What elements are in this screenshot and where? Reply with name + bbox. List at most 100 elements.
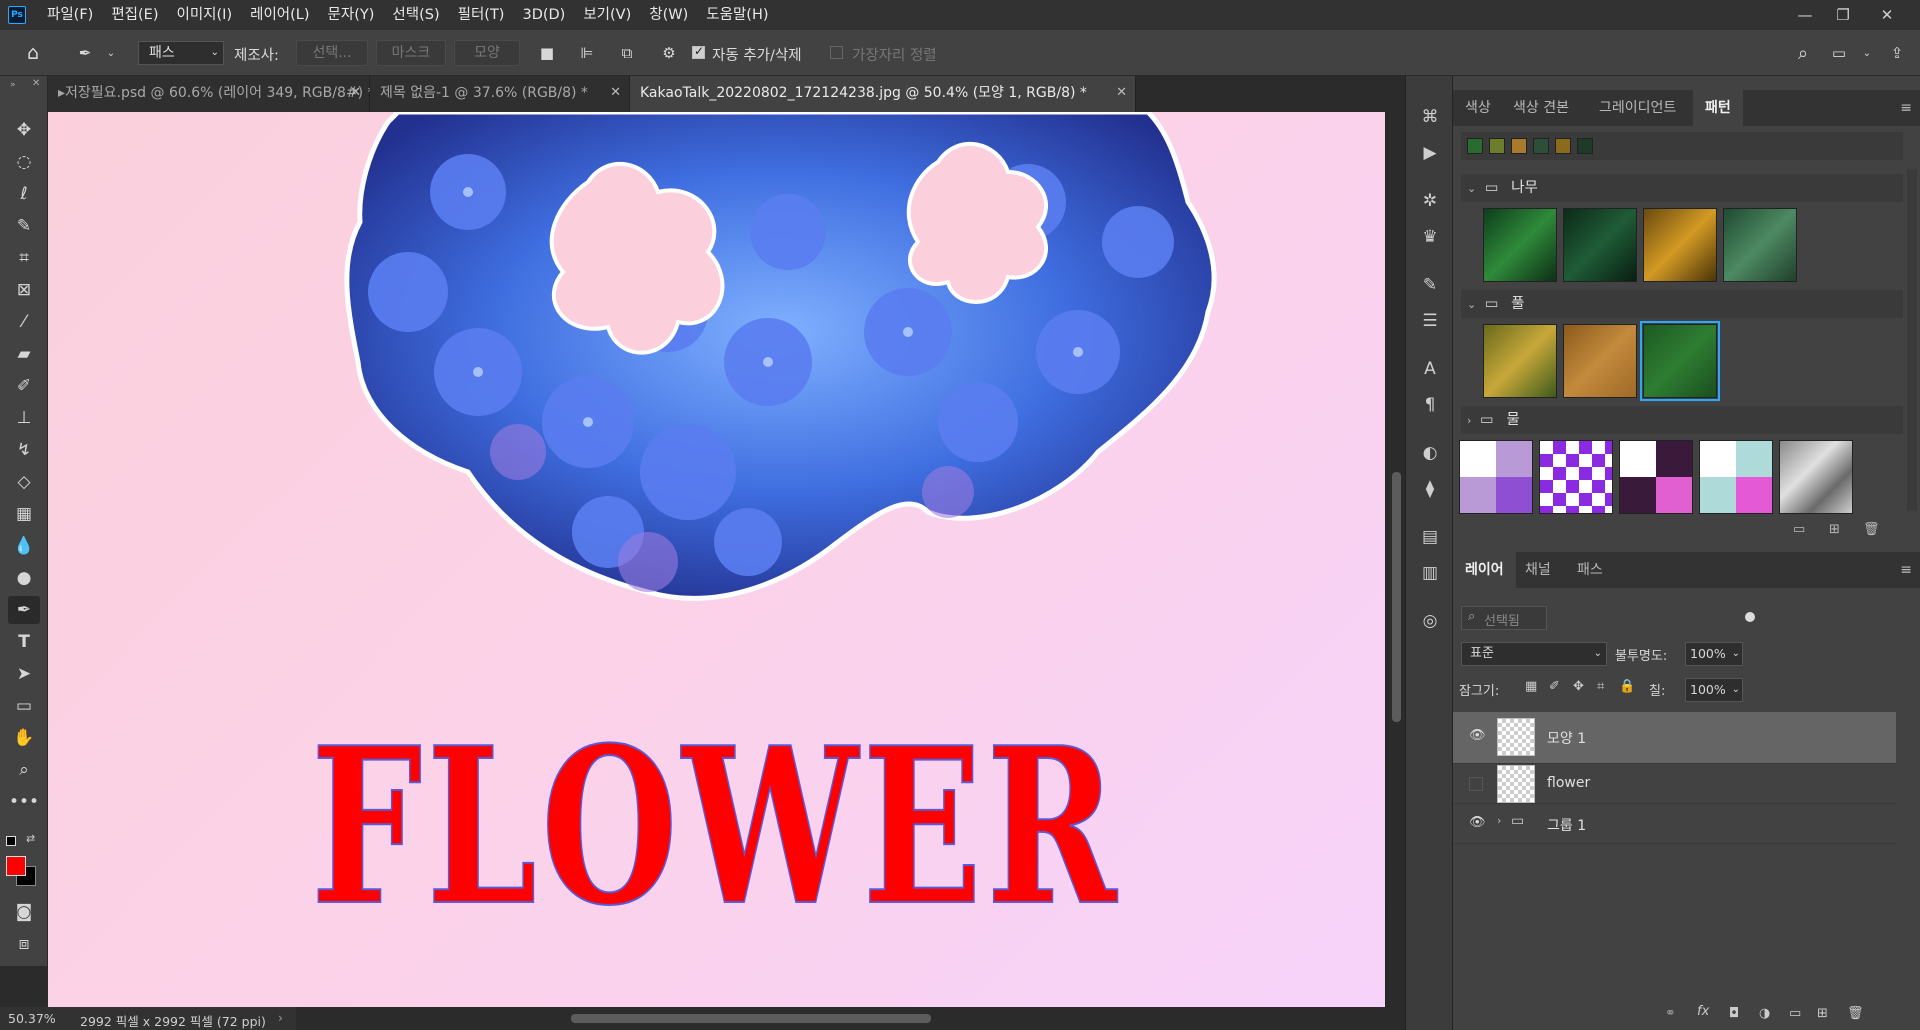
actions-panel-icon[interactable]: ▶	[1416, 140, 1444, 166]
fill-input[interactable]: 100% ⌄	[1685, 678, 1743, 702]
chevron-down-icon[interactable]: ⌄	[100, 43, 122, 63]
menu-window[interactable]: 창(W)	[640, 0, 697, 30]
pattern-swatch[interactable]	[1723, 208, 1797, 282]
type-tool-icon[interactable]: T	[8, 628, 40, 656]
fx-icon[interactable]: fx	[1697, 1004, 1709, 1019]
foreground-color-swatch[interactable]	[6, 856, 26, 876]
close-icon[interactable]: ✕	[32, 78, 40, 89]
more-tools-icon[interactable]: •••	[8, 788, 40, 816]
pattern-swatch[interactable]	[1483, 208, 1557, 282]
new-pattern-icon[interactable]: ⊞	[1829, 522, 1840, 537]
tab-gradients[interactable]: 그레이디언트	[1587, 90, 1688, 126]
eye-icon[interactable]: 👁	[1469, 815, 1486, 830]
tab-layers[interactable]: 레이어	[1453, 552, 1516, 588]
brush-tool-icon[interactable]: ✐	[8, 372, 40, 400]
clone-stamp-tool-icon[interactable]: ⊥	[8, 404, 40, 432]
menu-file[interactable]: 파일(F)	[38, 0, 102, 30]
recent-pattern[interactable]	[1511, 138, 1527, 154]
layer-row[interactable]: 👁 모양 1	[1453, 712, 1896, 764]
pattern-swatch[interactable]	[1563, 208, 1637, 282]
add-mask-icon[interactable]: ◘	[1729, 1006, 1739, 1021]
visibility-toggle[interactable]	[1469, 777, 1483, 791]
horizontal-scrollbar[interactable]	[296, 1007, 1388, 1030]
marquee-tool-icon[interactable]: ◌	[8, 148, 40, 176]
new-group-icon[interactable]: ▭	[1789, 1006, 1801, 1021]
menu-help[interactable]: 도움말(H)	[697, 0, 777, 30]
trash-icon[interactable]: 🗑	[1863, 522, 1880, 537]
filter-toggle[interactable]	[1745, 612, 1755, 622]
pattern-group-grass[interactable]: ⌄ ▭ 풀	[1461, 290, 1903, 318]
layer-row[interactable]: 👁 › ▭ 그룹 1	[1453, 804, 1896, 844]
pattern-swatch[interactable]	[1643, 208, 1717, 282]
hand-tool-icon[interactable]: ✋	[8, 724, 40, 752]
tool-mode-select[interactable]: 패스 ⌄	[138, 41, 224, 65]
restore-icon[interactable]: ❐	[1824, 0, 1862, 30]
quick-mask-icon[interactable]: ◙	[8, 898, 40, 926]
trash-icon[interactable]: 🗑	[1847, 1006, 1864, 1021]
share-icon[interactable]: ⇪	[1886, 43, 1908, 63]
3d-panel-icon[interactable]: ⧫	[1416, 476, 1444, 502]
properties-panel-icon[interactable]: ☰	[1416, 308, 1444, 334]
menu-type[interactable]: 문자(Y)	[319, 0, 384, 30]
pattern-swatch[interactable]	[1699, 440, 1773, 514]
lock-image-icon[interactable]: ✐	[1549, 679, 1560, 694]
pattern-swatch[interactable]	[1459, 440, 1533, 514]
crop-tool-icon[interactable]: ⌗	[8, 244, 40, 272]
navigator-panel-icon[interactable]: ◎	[1416, 608, 1444, 634]
pen-tool-preset-icon[interactable]: ✒	[74, 43, 96, 63]
lock-all-icon[interactable]: 🔒	[1619, 679, 1635, 694]
home-icon[interactable]: ⌂	[22, 42, 44, 64]
clone-source-icon[interactable]: ♛	[1416, 224, 1444, 250]
recent-pattern[interactable]	[1577, 138, 1593, 154]
link-layers-icon[interactable]: ⚭	[1665, 1006, 1676, 1021]
pattern-swatch[interactable]	[1779, 440, 1853, 514]
layer-name[interactable]: 그룹 1	[1547, 815, 1586, 835]
menu-filter[interactable]: 필터(T)	[449, 0, 514, 30]
tab-color[interactable]: 색상	[1453, 90, 1503, 126]
pattern-swatch[interactable]	[1563, 324, 1637, 398]
history-brush-tool-icon[interactable]: ↯	[8, 436, 40, 464]
path-alignment-icon[interactable]: ⊫	[576, 43, 598, 63]
rectangle-tool-icon[interactable]: ▭	[8, 692, 40, 720]
pen-tool-icon[interactable]: ✒	[8, 596, 40, 624]
recent-pattern[interactable]	[1555, 138, 1571, 154]
chevron-right-icon[interactable]: ›	[1497, 814, 1501, 827]
make-mask-button[interactable]: 마스크	[376, 40, 446, 66]
gear-icon[interactable]: ⚙	[658, 43, 680, 63]
new-group-icon[interactable]: ▭	[1793, 522, 1805, 537]
menu-image[interactable]: 이미지(I)	[168, 0, 242, 30]
lock-artboard-icon[interactable]: ⌗	[1597, 679, 1604, 694]
info-panel-icon[interactable]: ▥	[1416, 560, 1444, 586]
default-colors-icon[interactable]	[6, 836, 16, 846]
adjustment-layer-icon[interactable]: ◑	[1759, 1006, 1770, 1021]
lasso-tool-icon[interactable]: ℓ	[8, 180, 40, 208]
workspace-icon[interactable]: ▭	[1828, 43, 1850, 63]
brushes-panel-icon[interactable]: ✎	[1416, 272, 1444, 298]
screen-mode-icon[interactable]: ⧈	[8, 930, 40, 958]
pattern-swatch[interactable]	[1483, 324, 1557, 398]
eye-icon[interactable]: 👁	[1469, 728, 1486, 743]
layer-name[interactable]: 모양 1	[1547, 728, 1586, 748]
menu-view[interactable]: 보기(V)	[574, 0, 640, 30]
tab-paths[interactable]: 패스	[1565, 552, 1615, 588]
path-selection-tool-icon[interactable]: ➤	[8, 660, 40, 688]
pattern-swatch-selected[interactable]	[1640, 321, 1720, 401]
chevron-right-icon[interactable]: ›	[278, 1010, 283, 1025]
chevron-down-icon[interactable]: ⌄	[1856, 43, 1878, 63]
tab-document-2[interactable]: 제목 없음-1 @ 37.6% (RGB/8) * ✕	[370, 76, 630, 112]
eyedropper-tool-icon[interactable]: ⁄	[8, 308, 40, 336]
tab-document-1[interactable]: ▸저장필요.psd @ 60.6% (레이어 349, RGB/8#) * ✕	[48, 76, 375, 112]
close-icon[interactable]: ✕	[1868, 0, 1906, 30]
patterns-scrollbar[interactable]	[1907, 170, 1917, 510]
menu-select[interactable]: 선택(S)	[383, 0, 448, 30]
layer-row[interactable]: flower	[1453, 764, 1896, 804]
scrollbar-thumb[interactable]	[1392, 472, 1401, 722]
menu-edit[interactable]: 편집(E)	[102, 0, 167, 30]
collapse-toolbar-icon[interactable]: »	[10, 80, 16, 90]
auto-add-delete-checkbox[interactable]	[692, 44, 705, 59]
close-icon[interactable]: ✕	[1116, 76, 1127, 110]
tab-document-3[interactable]: KakaoTalk_20220802_172124238.jpg @ 50.4%…	[630, 76, 1136, 112]
recent-pattern[interactable]	[1489, 138, 1505, 154]
pattern-group-trees[interactable]: ⌄ ▭ 나무	[1461, 174, 1903, 202]
character-panel-icon[interactable]: A	[1416, 356, 1444, 382]
